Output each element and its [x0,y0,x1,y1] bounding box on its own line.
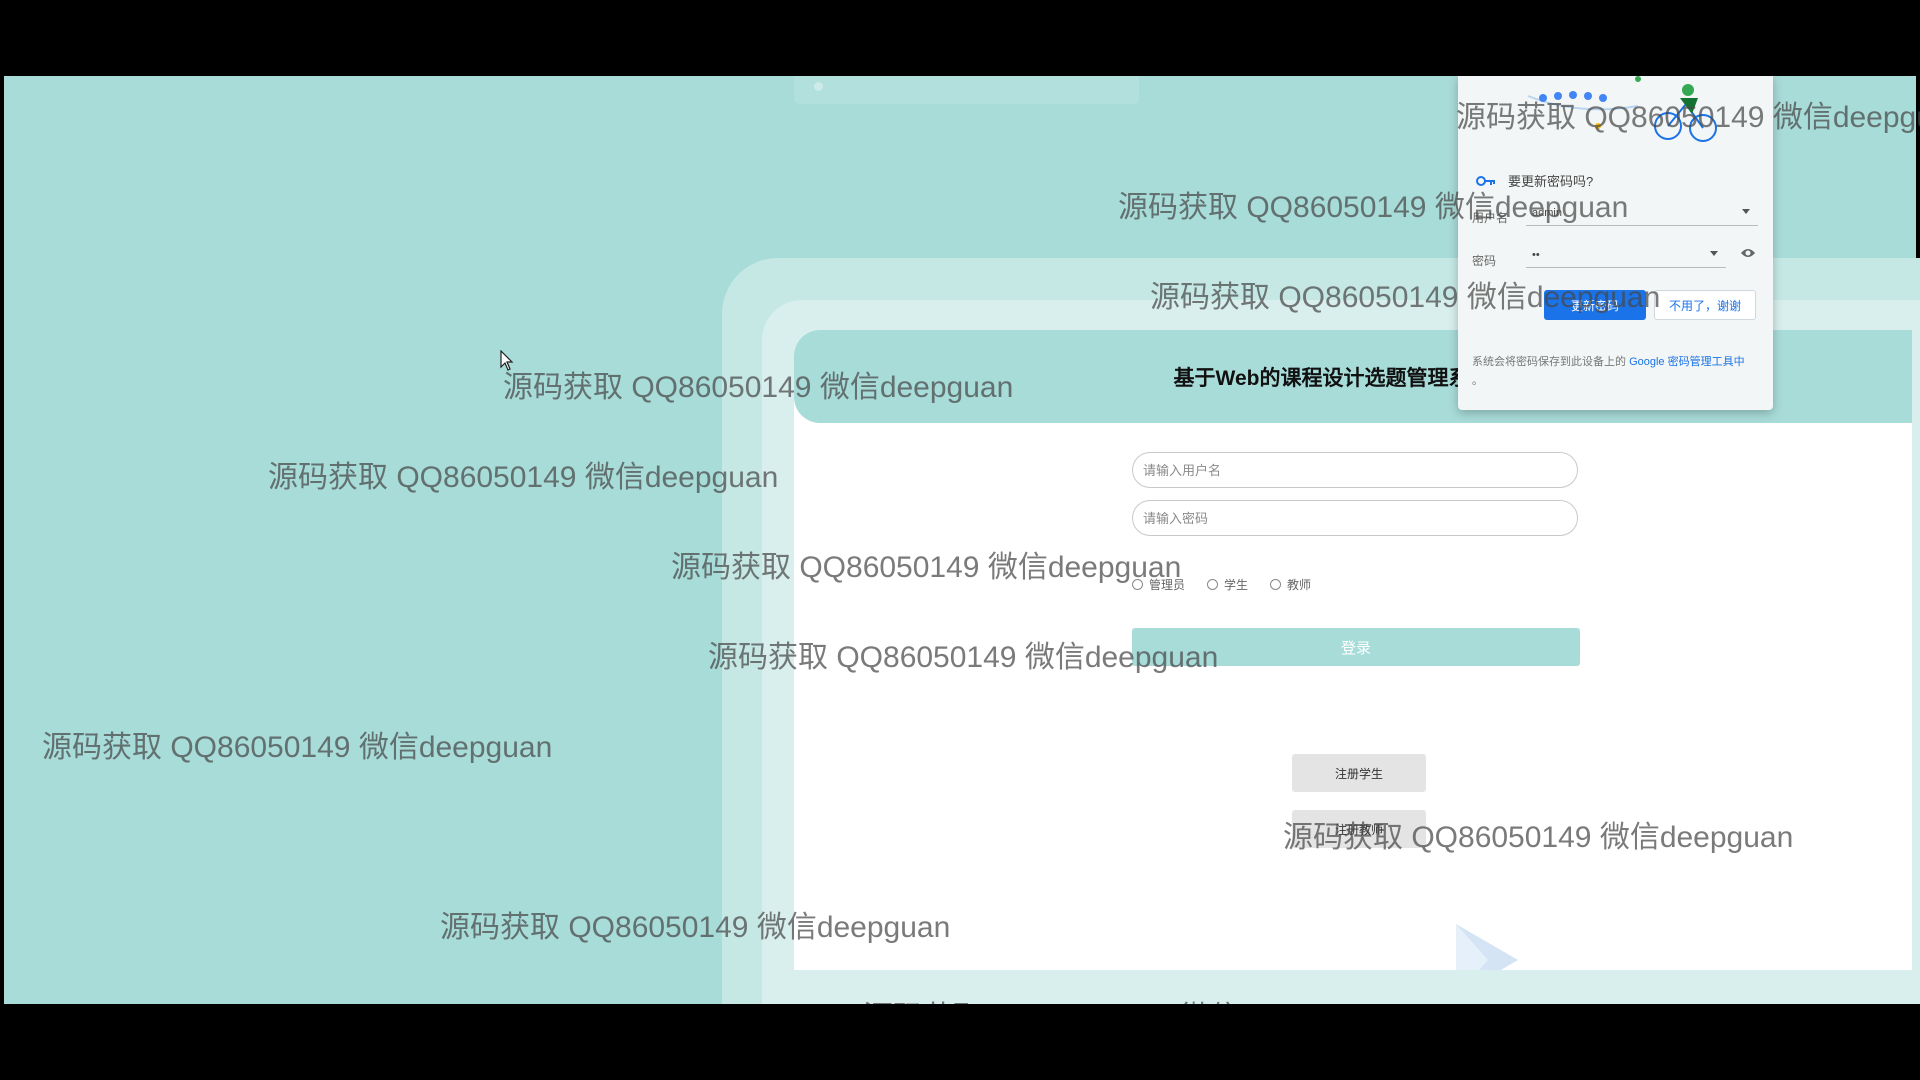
footer-text: 系统会将密码保存到此设备上的 [1472,356,1626,368]
update-password-button[interactable]: 更新密码 [1544,290,1646,320]
register-teacher-button[interactable]: 注册教师 [1292,810,1426,848]
eye-icon[interactable] [1740,247,1756,259]
role-option-admin[interactable]: 管理员 [1132,576,1185,593]
radio-icon [1270,578,1282,590]
register-student-button[interactable]: 注册学生 [1292,754,1426,792]
radio-icon [1207,578,1219,590]
tab-dot-icon [814,82,823,91]
password-manager-link[interactable]: Google 密码管理工具中 [1629,356,1745,368]
role-radio-group: 管理员 学生 教师 [1132,574,1333,594]
role-label: 学生 [1224,577,1249,592]
cyclist-illustration [1527,76,1717,142]
mouse-cursor-icon [500,350,514,371]
username-select[interactable]: admin [1526,200,1758,226]
footer-end: 。 [1472,375,1483,387]
background-tab [794,76,1139,104]
popup-heading-text: 要更新密码吗? [1508,174,1594,189]
username-input[interactable] [1132,452,1578,488]
role-label: 教师 [1287,577,1312,592]
password-input[interactable] [1132,500,1578,536]
key-icon [1476,175,1495,186]
chevron-down-icon [1710,251,1718,256]
dismiss-button[interactable]: 不用了，谢谢 [1654,290,1756,320]
password-label: 密码 [1472,254,1497,268]
popup-heading: 要更新密码吗? [1476,171,1593,190]
password-select[interactable]: •• [1526,242,1726,268]
popup-footer: 系统会将密码保存到此设备上的 Google 密码管理工具中 。 [1472,353,1757,391]
letterbox-bottom [0,1004,1920,1080]
radio-icon [1132,578,1143,590]
login-button[interactable]: 登录 [1132,628,1580,666]
password-save-popup: 要更新密码吗? 用户名 admin 密码 •• 更新密码 不用了，谢谢 系统会将… [1458,76,1773,410]
logo-shape-icon [1456,924,1518,970]
role-option-student[interactable]: 学生 [1207,576,1248,593]
role-option-teacher[interactable]: 教师 [1270,576,1311,593]
role-label: 管理员 [1149,577,1186,592]
username-label: 用户名 [1472,211,1509,225]
chevron-down-icon [1742,209,1750,214]
username-value: admin [1532,206,1562,219]
password-value: •• [1532,248,1540,261]
letterbox-top [0,0,1920,76]
login-panel: 基于Web的课程设计选题管理系统登录 管理员 学生 教师 登录 注册学生 注册教… [794,330,1912,970]
